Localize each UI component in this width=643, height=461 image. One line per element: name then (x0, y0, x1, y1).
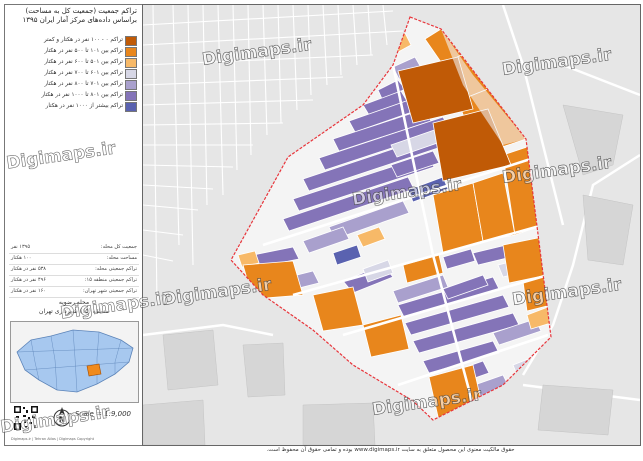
copyright-text: Digimaps.ir | Tehran Atlas | Digimaps Co… (11, 437, 94, 441)
legend-item: تراکم بین ۵۰۱ تا ۶۰۰ نفر در هکتار (9, 57, 139, 68)
tehran-outline-map (16, 329, 134, 393)
legend-label: تراکم بین ۸۰۱ تا ۱۰۰۰ نفر در هکتار (41, 92, 123, 98)
legend-label: تراکم بین ۱۰۱ تا ۵۰۰ نفر در هکتار (44, 48, 123, 54)
stats-label: جمعیت کل محله: (100, 244, 137, 250)
highlighted-district (86, 363, 102, 377)
legend-label: تراکم بین ۶۰۱ تا ۷۰۰ نفر در هکتار (44, 70, 123, 76)
legend-swatch (125, 47, 137, 57)
map-sheet: تراکم جمعیت (جمعیت کل به مساحت) براساس د… (0, 0, 643, 461)
map-canvas: Digimaps.ir Digimaps.ir Digimaps.ir Digi… (142, 4, 641, 446)
legend-label: تراکم بین ۷۰۱ تا ۸۰۰ نفر در هکتار (44, 81, 123, 87)
footer-copyright: حقوق مالکیت معنوی این محصول متعلق به سای… (266, 447, 515, 453)
legend: تراکم ۰ - ۱۰۰ نفر در هکتار و کمتر تراکم … (9, 35, 139, 112)
legend-swatch (125, 91, 137, 101)
legend-label: تراکم بیشتر از ۱۰۰۰ نفر در هکتار (45, 103, 123, 109)
legend-item: تراکم بین ۱۰۱ تا ۵۰۰ نفر در هکتار (9, 46, 139, 57)
stats-value: ۵۳۸ نفر در هکتار (11, 266, 46, 272)
legend-item: تراکم بین ۶۰۱ تا ۷۰۰ نفر در هکتار (9, 68, 139, 79)
legend-item: تراکم بین ۸۰۱ تا ۱۰۰۰ نفر در هکتار (9, 90, 139, 101)
map-title-line2: براساس داده‌های مرکز آمار ایران ۱۳۹۵ (22, 16, 137, 24)
legend-swatch (125, 80, 137, 90)
map-sidebar: تراکم جمعیت (جمعیت کل به مساحت) براساس د… (4, 4, 143, 446)
stats-row: مساحت محله: ۱۰۰ هکتار (9, 254, 139, 265)
map-title: تراکم جمعیت (جمعیت کل به مساحت) براساس د… (9, 7, 137, 25)
stats-label: تراکم جمعیتی منطقه ۱۵: (84, 277, 137, 283)
stats-row: تراکم جمعیتی محله: ۵۳۸ نفر در هکتار (9, 265, 139, 276)
stats-value: ۴۹۶ نفر در هکتار (11, 277, 46, 283)
stats-value: ۱۳۹۵ نفر (11, 244, 31, 250)
map-svg: Digimaps.ir Digimaps.ir Digimaps.ir Digi… (143, 5, 640, 445)
stats-label: تراکم جمعیتی محله: (95, 266, 137, 272)
stats-row: تراکم جمعیتی منطقه ۱۵: ۴۹۶ نفر در هکتار (9, 276, 139, 287)
legend-label: تراکم ۰ - ۱۰۰ نفر در هکتار و کمتر (43, 37, 123, 43)
legend-swatch (125, 58, 137, 68)
stats-table: جمعیت کل محله: ۱۳۹۵ نفر مساحت محله: ۱۰۰ … (9, 243, 139, 298)
map-title-line1: تراکم جمعیت (جمعیت کل به مساحت) (25, 7, 137, 15)
stats-value: ۱۰۰ هکتار (11, 255, 32, 261)
inset-map (10, 321, 139, 403)
stats-value: ۱۶۰ نفر در هکتار (11, 288, 46, 294)
legend-swatch (125, 102, 137, 112)
legend-label: تراکم بین ۵۰۱ تا ۶۰۰ نفر در هکتار (44, 59, 123, 65)
stats-label: مساحت محله: (106, 255, 137, 261)
legend-item: تراکم بین ۷۰۱ تا ۸۰۰ نفر در هکتار (9, 79, 139, 90)
legend-item: تراکم ۰ - ۱۰۰ نفر در هکتار و کمتر (9, 35, 139, 46)
legend-item: تراکم بیشتر از ۱۰۰۰ نفر در هکتار (9, 101, 139, 112)
stats-row: جمعیت کل محله: ۱۳۹۵ نفر (9, 243, 139, 254)
legend-swatch (125, 69, 137, 79)
legend-swatch (125, 36, 137, 46)
